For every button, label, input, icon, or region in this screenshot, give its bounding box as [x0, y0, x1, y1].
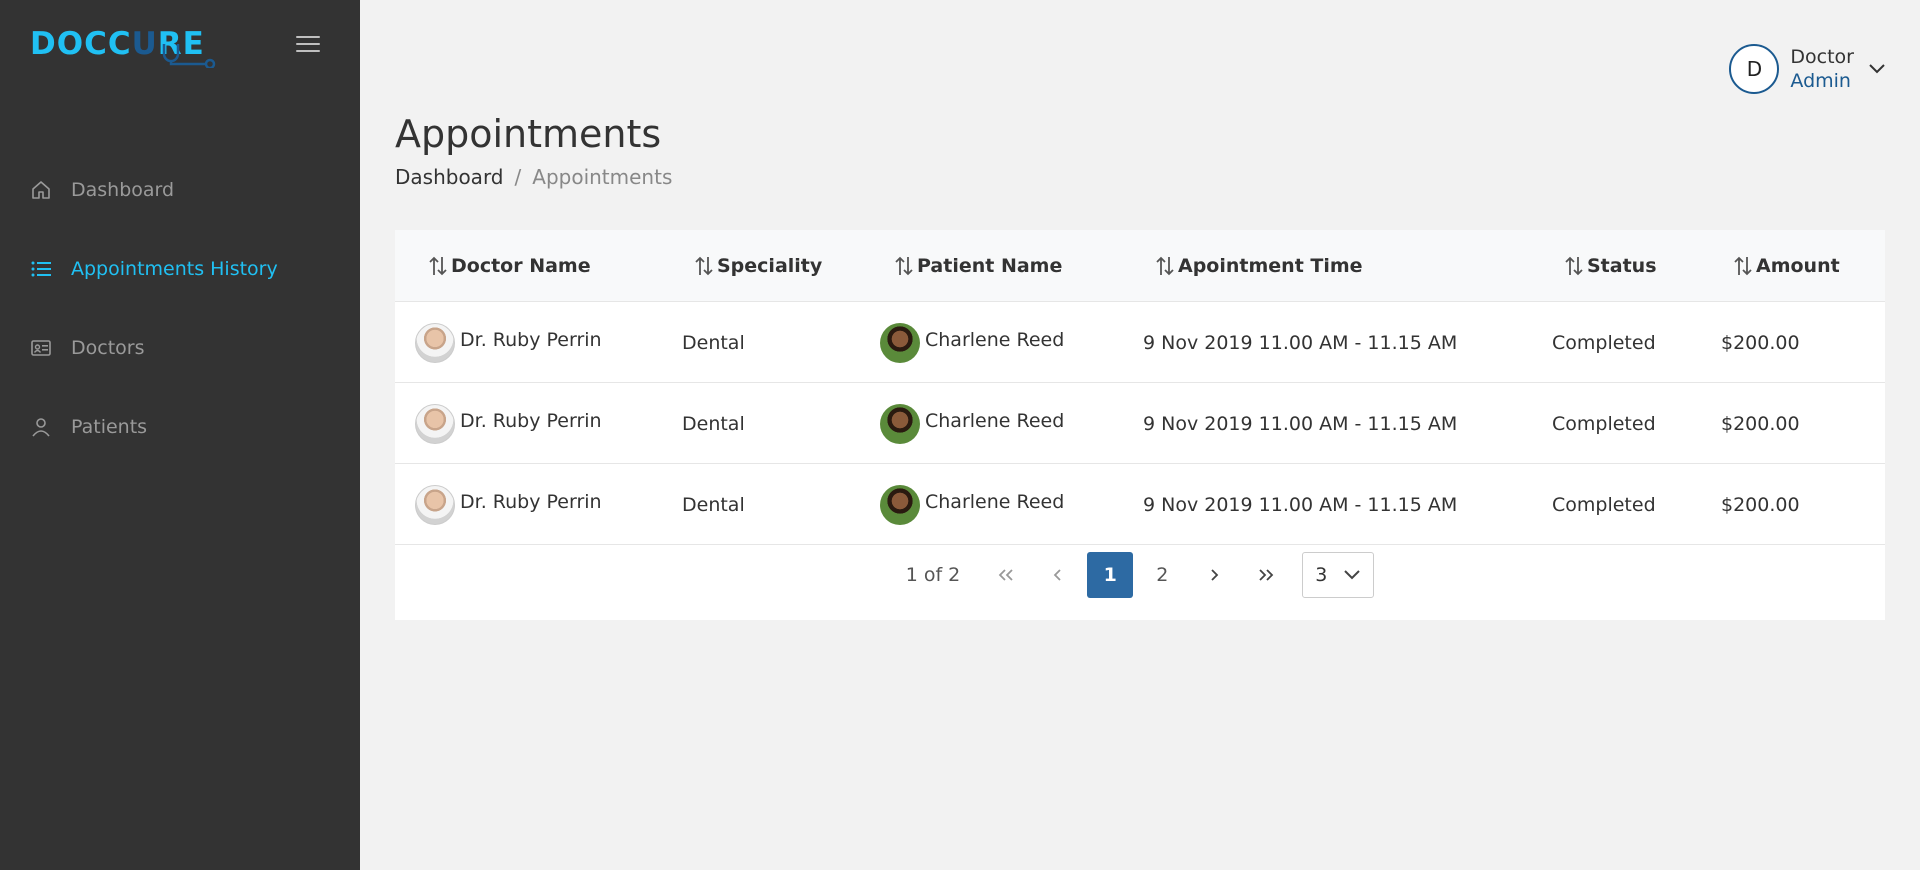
appointment-time-cell: 9 Nov 2019 11.00 AM - 11.15 AM [1143, 493, 1458, 516]
sidebar-item-patients[interactable]: Patients [0, 387, 360, 466]
breadcrumb-dashboard-link[interactable]: Dashboard [395, 165, 504, 189]
chevron-right-icon [1211, 569, 1219, 581]
chevron-down-icon [1344, 570, 1360, 580]
column-header-patient-name[interactable]: Patient Name [893, 255, 1062, 277]
column-header-amount[interactable]: Amount [1732, 255, 1840, 277]
pagination-info: 1 of 2 [905, 564, 961, 586]
status-cell: Completed [1552, 412, 1656, 435]
sort-icon [427, 255, 449, 277]
page-title: Appointments [395, 112, 662, 156]
patient-avatar [880, 484, 920, 525]
sort-icon [693, 255, 715, 277]
patient-avatar [880, 403, 920, 444]
speciality-cell: Dental [682, 493, 745, 516]
chevron-double-left-icon [999, 569, 1013, 581]
stethoscope-icon [162, 44, 216, 68]
column-header-doctor-name[interactable]: Doctor Name [427, 255, 591, 277]
patient-cell: Charlene Reed [880, 383, 1064, 464]
amount-cell: $200.00 [1721, 412, 1800, 435]
column-header-appointment-time[interactable]: Apointment Time [1154, 255, 1363, 277]
amount-cell: $200.00 [1721, 331, 1800, 354]
sidebar-item-label: Patients [71, 415, 148, 438]
doctor-cell: Dr. Ruby Perrin [415, 383, 602, 464]
user-role: Admin [1790, 70, 1851, 92]
first-page-button[interactable] [983, 552, 1029, 598]
sort-icon [893, 255, 915, 277]
list-icon [30, 258, 52, 280]
last-page-button[interactable] [1243, 552, 1289, 598]
user-info: Doctor Admin [1790, 45, 1854, 93]
next-page-button[interactable] [1191, 552, 1237, 598]
doctor-cell: Dr. Ruby Perrin [415, 302, 602, 383]
table-row[interactable]: Dr. Ruby Perrin Dental Charlene Reed 9 N… [395, 302, 1885, 383]
patient-name[interactable]: Charlene Reed [925, 410, 1064, 432]
sidebar-item-doctors[interactable]: Doctors [0, 308, 360, 387]
chevron-double-right-icon [1259, 569, 1274, 581]
table-row[interactable]: Dr. Ruby Perrin Dental Charlene Reed 9 N… [395, 464, 1885, 545]
sidebar: DOCCURE Dashboard Appointments History D… [0, 0, 360, 870]
column-header-status[interactable]: Status [1563, 255, 1657, 277]
appointment-time-cell: 9 Nov 2019 11.00 AM - 11.15 AM [1143, 331, 1458, 354]
avatar: D [1729, 44, 1780, 94]
user-menu[interactable]: D Doctor Admin [1729, 44, 1886, 94]
status-cell: Completed [1552, 493, 1656, 516]
appointments-table-card: Doctor Name Speciality Patient Name Apoi… [395, 230, 1885, 620]
doctor-avatar [415, 403, 455, 444]
amount-cell: $200.00 [1721, 493, 1800, 516]
patient-name[interactable]: Charlene Reed [925, 329, 1064, 351]
doctor-name[interactable]: Dr. Ruby Perrin [460, 410, 602, 432]
speciality-cell: Dental [682, 331, 745, 354]
page-size-select[interactable]: 3 [1302, 552, 1375, 598]
user-icon [30, 416, 52, 438]
doctor-name[interactable]: Dr. Ruby Perrin [460, 329, 602, 351]
chevron-down-icon [1869, 64, 1885, 74]
speciality-cell: Dental [682, 412, 745, 435]
patient-cell: Charlene Reed [880, 302, 1064, 383]
doctor-cell: Dr. Ruby Perrin [415, 464, 602, 545]
id-card-icon [30, 337, 52, 359]
doctor-avatar [415, 484, 455, 525]
chevron-left-icon [1054, 569, 1061, 581]
page-size-value: 3 [1315, 564, 1328, 586]
page-2-button[interactable]: 2 [1139, 552, 1185, 598]
sort-icon [1154, 255, 1176, 277]
user-name: Doctor [1790, 46, 1854, 68]
sidebar-item-label: Doctors [71, 336, 145, 359]
home-icon [30, 179, 52, 201]
doctor-avatar [415, 322, 455, 363]
sidebar-item-appointments-history[interactable]: Appointments History [0, 229, 360, 308]
column-header-speciality[interactable]: Speciality [693, 255, 822, 277]
sidebar-item-label: Appointments History [71, 257, 278, 280]
sort-icon [1732, 255, 1754, 277]
pagination: 1 of 2 1 2 3 [395, 545, 1885, 605]
doctor-name[interactable]: Dr. Ruby Perrin [460, 491, 602, 513]
breadcrumb-current: Appointments [532, 165, 673, 189]
page-1-button[interactable]: 1 [1087, 552, 1134, 598]
sidebar-nav: Dashboard Appointments History Doctors P… [0, 150, 360, 466]
table-header: Doctor Name Speciality Patient Name Apoi… [395, 230, 1885, 302]
prev-page-button[interactable] [1035, 552, 1081, 598]
breadcrumb: Dashboard / Appointments [395, 165, 672, 189]
sort-icon [1563, 255, 1585, 277]
status-cell: Completed [1552, 331, 1656, 354]
menu-toggle-button[interactable] [296, 36, 320, 56]
patient-name[interactable]: Charlene Reed [925, 491, 1064, 513]
appointment-time-cell: 9 Nov 2019 11.00 AM - 11.15 AM [1143, 412, 1458, 435]
patient-cell: Charlene Reed [880, 464, 1064, 545]
table-row[interactable]: Dr. Ruby Perrin Dental Charlene Reed 9 N… [395, 383, 1885, 464]
sidebar-item-label: Dashboard [71, 178, 175, 201]
logo[interactable]: DOCCURE [30, 22, 216, 68]
breadcrumb-separator: / [514, 165, 522, 189]
sidebar-item-dashboard[interactable]: Dashboard [0, 150, 360, 229]
patient-avatar [880, 322, 920, 363]
